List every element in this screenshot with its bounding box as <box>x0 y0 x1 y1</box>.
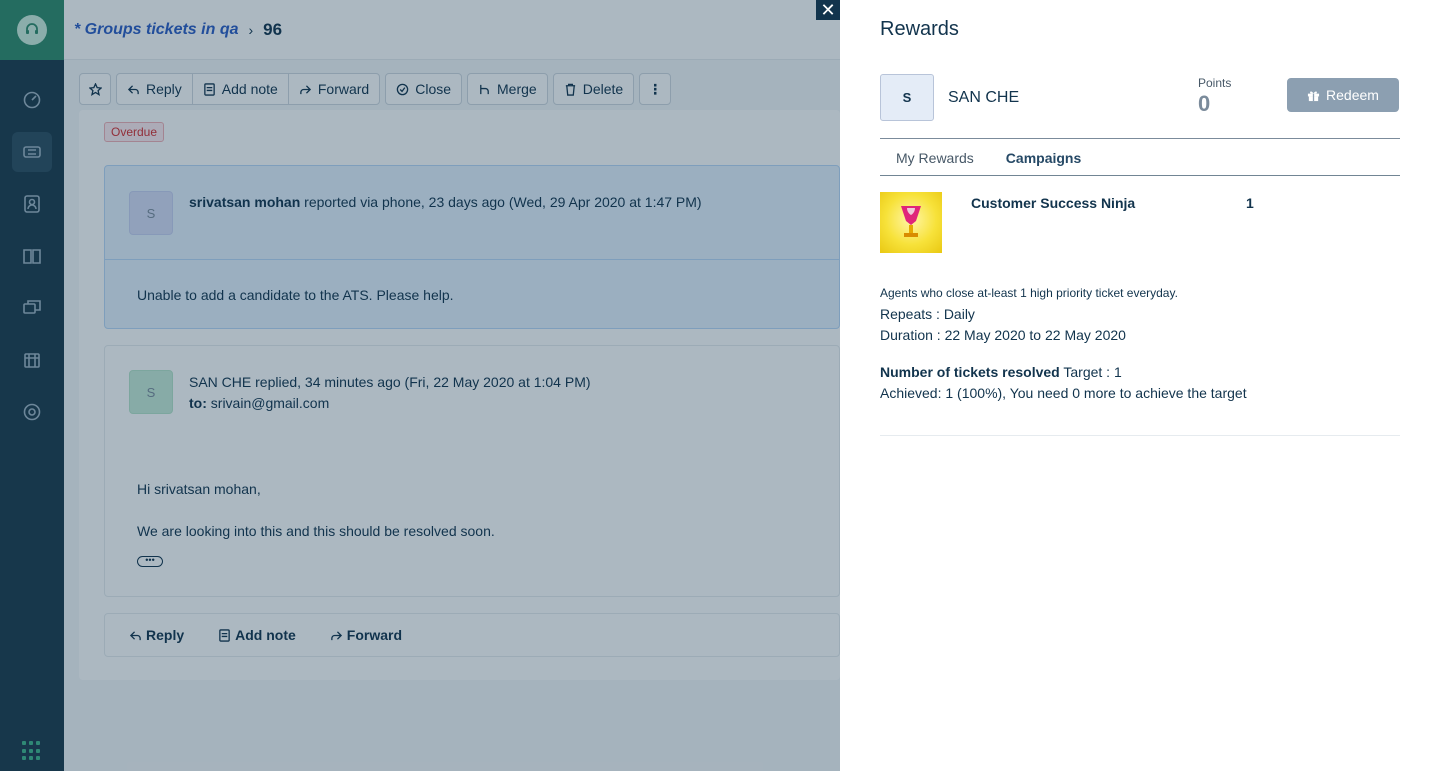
rewards-tabs: My Rewards Campaigns <box>896 150 1081 166</box>
tab-campaigns[interactable]: Campaigns <box>1006 150 1081 166</box>
redeem-button[interactable]: Redeem <box>1287 78 1399 112</box>
criteria-target: Target : 1 <box>1059 364 1122 380</box>
campaign-achieved: Achieved: 1 (100%), You need 0 more to a… <box>880 385 1247 401</box>
campaign-count: 1 <box>1246 195 1254 211</box>
divider <box>880 175 1400 176</box>
user-name: SAN CHE <box>948 89 1020 106</box>
modal-overlay[interactable] <box>0 0 840 771</box>
panel-title: Rewards <box>880 18 959 40</box>
campaign-name: Customer Success Ninja <box>971 195 1136 211</box>
criteria-label: Number of tickets resolved <box>880 364 1060 380</box>
close-icon[interactable]: ✕ <box>816 0 840 20</box>
campaign-description: Agents who close at-least 1 high priorit… <box>880 286 1178 300</box>
points-value: 0 <box>1198 91 1211 116</box>
rewards-panel: Rewards S SAN CHE Points 0 Redeem My Rew… <box>840 0 1440 771</box>
campaign-criteria: Number of tickets resolved Target : 1 <box>880 364 1122 380</box>
campaign-duration: Duration : 22 May 2020 to 22 May 2020 <box>880 327 1126 343</box>
trophy-icon <box>880 192 942 253</box>
points-label: Points <box>1198 76 1232 90</box>
gift-icon <box>1307 90 1320 101</box>
divider <box>880 138 1400 139</box>
avatar: S <box>880 74 934 121</box>
divider <box>880 435 1400 436</box>
campaign-repeats: Repeats : Daily <box>880 306 975 322</box>
tab-my-rewards[interactable]: My Rewards <box>896 150 974 166</box>
